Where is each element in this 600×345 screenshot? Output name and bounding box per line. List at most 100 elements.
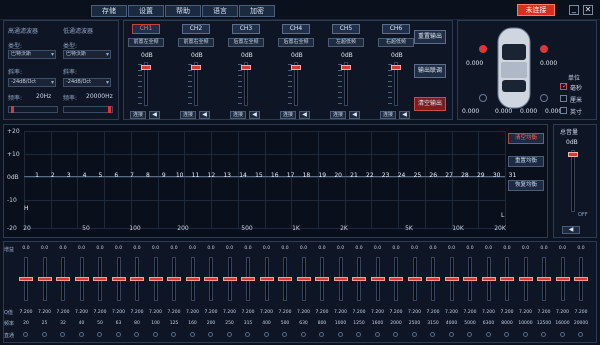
eq-point-marker[interactable]: 30 — [493, 172, 501, 179]
band-q-value[interactable]: 7.200 — [129, 310, 145, 315]
menu-settings-button[interactable]: 设置 — [128, 5, 164, 17]
channel-2-fader-knob[interactable] — [191, 65, 201, 70]
band-freq-value[interactable]: 32 — [55, 321, 71, 326]
lpf-freq-slider[interactable] — [63, 106, 113, 113]
channel-5-position-select[interactable]: 左超低频 — [328, 38, 364, 47]
band-gain-knob[interactable] — [111, 277, 126, 281]
clear-eq-button[interactable]: 清空均衡 — [508, 133, 544, 144]
band-freq-value[interactable]: 20000 — [573, 321, 589, 326]
speaker-rl-icon[interactable] — [479, 94, 487, 102]
band-pass-toggle[interactable] — [41, 332, 47, 337]
band-pass-toggle[interactable] — [504, 332, 509, 337]
channel-2-position-select[interactable]: 前置右全频 — [178, 38, 214, 47]
band-q-value[interactable]: 7.200 — [388, 310, 404, 315]
channel-5-fader-knob[interactable] — [341, 65, 351, 70]
channel-3-position-select[interactable]: 后置左全频 — [228, 38, 264, 47]
speaker-rr-icon[interactable] — [540, 94, 548, 102]
band-pass-toggle[interactable] — [23, 332, 28, 337]
band-q-value[interactable]: 7.200 — [314, 310, 330, 315]
eq-point-marker[interactable]: 7 — [130, 172, 134, 179]
eq-point-marker[interactable]: 12 — [208, 172, 216, 179]
band-gain-knob[interactable] — [19, 277, 33, 281]
band-pass-toggle[interactable] — [522, 332, 528, 337]
eq-point-marker[interactable]: 6 — [114, 172, 118, 179]
lpf-type-select[interactable]: 巴特沃斯 — [63, 50, 111, 59]
restore-eq-button[interactable]: 恢复均衡 — [508, 180, 544, 191]
band-freq-value[interactable]: 20 — [18, 321, 34, 326]
speaker-fr-icon[interactable] — [540, 45, 548, 53]
band-pass-toggle[interactable] — [356, 332, 361, 337]
band-q-value[interactable]: 7.200 — [296, 310, 312, 315]
unit-ms-checkbox[interactable]: ✓ — [560, 82, 568, 90]
lpf-freq-knob[interactable] — [108, 106, 111, 113]
clear-output-button[interactable]: 清空输出 — [414, 97, 446, 111]
band-freq-value[interactable]: 5000 — [462, 321, 478, 326]
band-q-value[interactable]: 7.200 — [166, 310, 182, 315]
eq-point-marker[interactable]: 3 — [67, 172, 71, 179]
eq-point-marker[interactable]: 29 — [477, 172, 485, 179]
band-gain-knob[interactable] — [74, 277, 89, 281]
eq-point-marker[interactable]: 21 — [350, 172, 358, 179]
band-freq-value[interactable]: 630 — [296, 321, 312, 326]
band-gain-knob[interactable] — [407, 277, 422, 281]
band-pass-toggle[interactable] — [245, 332, 250, 337]
reset-output-button[interactable]: 重置输出 — [414, 30, 446, 44]
band-pass-toggle[interactable] — [115, 332, 121, 337]
minimize-icon[interactable]: _ — [569, 5, 579, 15]
band-freq-value[interactable]: 50 — [92, 321, 108, 326]
channel-4-fader-knob[interactable] — [291, 65, 301, 70]
band-freq-value[interactable]: 400 — [259, 321, 275, 326]
band-freq-value[interactable]: 315 — [240, 321, 256, 326]
eq-point-marker[interactable]: 16 — [271, 172, 279, 179]
eq-point-marker[interactable]: 9 — [162, 172, 166, 179]
band-pass-toggle[interactable] — [541, 332, 546, 337]
band-freq-value[interactable]: 1600 — [370, 321, 386, 326]
eq-point-marker[interactable]: 26 — [429, 172, 437, 179]
eq-point-marker[interactable]: 2 — [51, 172, 55, 179]
band-pass-toggle[interactable] — [189, 332, 195, 337]
band-q-value[interactable]: 7.200 — [555, 310, 571, 315]
hpf-freq-knob[interactable] — [11, 106, 14, 113]
band-freq-value[interactable]: 6300 — [481, 321, 497, 326]
channel-6-fader-knob[interactable] — [391, 65, 401, 70]
band-gain-knob[interactable] — [93, 277, 107, 281]
band-freq-value[interactable]: 1000 — [333, 321, 349, 326]
band-pass-toggle[interactable] — [78, 332, 84, 337]
band-freq-value[interactable]: 500 — [277, 321, 293, 326]
band-gain-knob[interactable] — [167, 277, 181, 281]
band-gain-knob[interactable] — [204, 277, 218, 281]
band-gain-knob[interactable] — [555, 277, 570, 281]
channel-1-link-button[interactable]: 连接 — [130, 111, 146, 119]
band-pass-toggle[interactable] — [337, 332, 343, 337]
band-freq-value[interactable]: 80 — [129, 321, 145, 326]
master-volume-track[interactable] — [571, 150, 575, 212]
unit-cm-checkbox[interactable] — [560, 95, 567, 102]
band-gain-knob[interactable] — [315, 277, 329, 281]
band-q-value[interactable]: 7.200 — [425, 310, 441, 315]
band-q-value[interactable]: 7.200 — [111, 310, 127, 315]
band-pass-toggle[interactable] — [485, 332, 491, 337]
hpf-type-select[interactable]: 巴特沃斯 — [8, 50, 56, 59]
band-freq-value[interactable]: 10000 — [518, 321, 534, 326]
eq-point-marker[interactable]: 1 — [35, 172, 39, 179]
band-pass-toggle[interactable] — [282, 332, 287, 337]
channel-2-button[interactable]: CH2 — [182, 24, 210, 34]
band-freq-value[interactable]: 160 — [185, 321, 201, 326]
band-pass-toggle[interactable] — [559, 332, 565, 337]
band-q-value[interactable]: 7.200 — [351, 310, 367, 315]
band-freq-value[interactable]: 1250 — [351, 321, 367, 326]
channel-1-button[interactable]: CH1 — [132, 24, 160, 34]
band-gain-knob[interactable] — [463, 277, 477, 281]
band-q-value[interactable]: 7.200 — [203, 310, 219, 315]
band-pass-toggle[interactable] — [430, 332, 435, 337]
band-freq-value[interactable]: 4000 — [444, 321, 460, 326]
eq-point-marker[interactable]: 8 — [146, 172, 150, 179]
band-freq-value[interactable]: 100 — [148, 321, 164, 326]
eq-point-marker[interactable]: 14 — [239, 172, 247, 179]
band-gain-knob[interactable] — [241, 277, 255, 281]
channel-4-button[interactable]: CH4 — [282, 24, 310, 34]
lpf-slope-select[interactable]: -24dB/Oct — [63, 78, 111, 87]
eq-point-marker[interactable]: 28 — [461, 172, 469, 179]
eq-point-marker[interactable]: 24 — [398, 172, 406, 179]
band-pass-toggle[interactable] — [578, 332, 583, 337]
